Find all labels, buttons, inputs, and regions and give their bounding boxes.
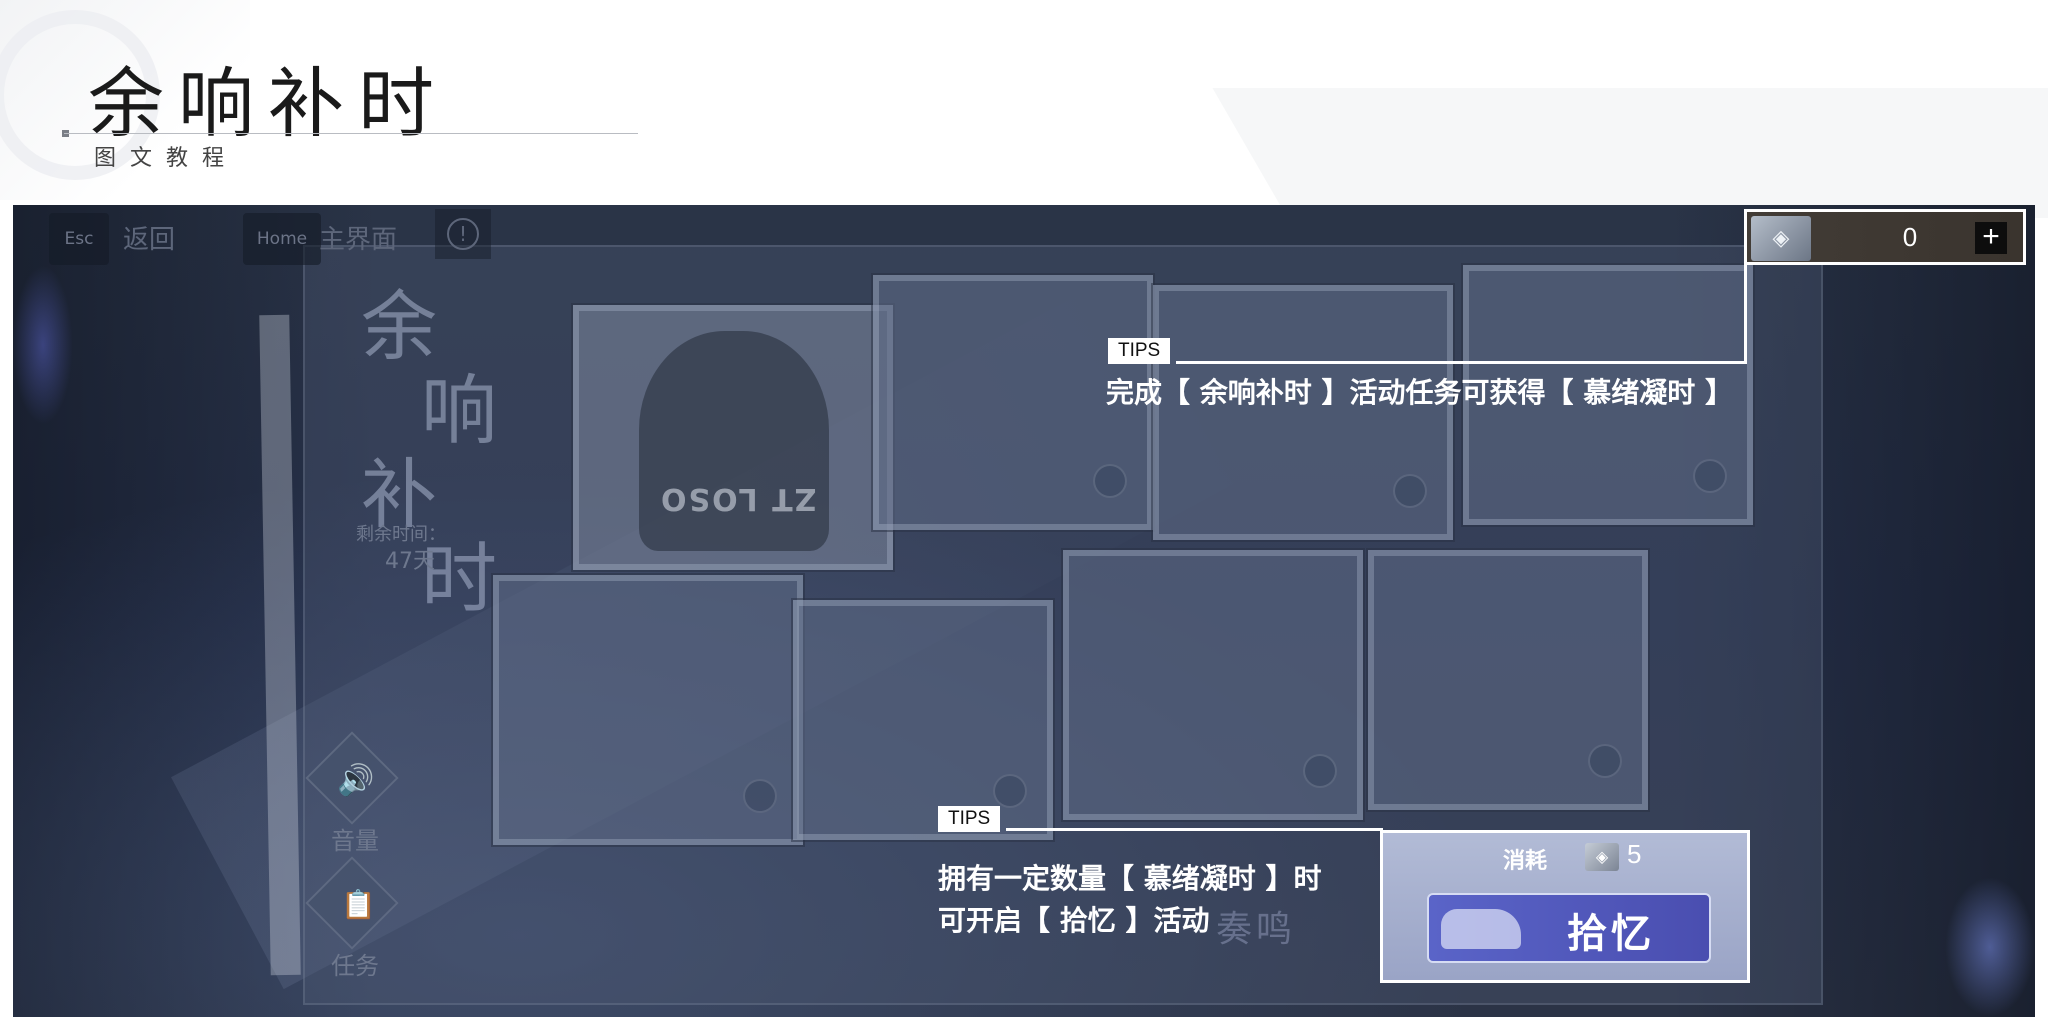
recall-cost-label: 消耗 xyxy=(1503,849,1548,874)
currency-bar: ◈ 0 + xyxy=(1744,209,2026,265)
event-logo-char: 余 xyxy=(361,282,437,371)
header-slant-decoration xyxy=(1212,88,2048,218)
memory-token-icon: ◈ xyxy=(1751,216,1811,261)
tips-tag: TIPS xyxy=(938,806,1001,832)
tutorial-page: 余响补时 图文教程 Esc 返回 Home 主界面 ! 余 响 补 时 剩余时间… xyxy=(0,0,2048,1024)
home-key-hint[interactable]: Home xyxy=(243,213,321,265)
card-lock-icon xyxy=(1693,459,1727,493)
tip-text: 拥有一定数量【 慕绪凝时 】时 xyxy=(938,862,1322,895)
tip-connector-line xyxy=(1176,361,1747,364)
recall-button[interactable]: 拾忆 xyxy=(1427,893,1711,963)
add-currency-button[interactable]: + xyxy=(1975,222,2007,254)
page-title: 余响补时 xyxy=(88,59,448,148)
card-lock-icon xyxy=(1303,754,1337,788)
back-button[interactable]: 返回 xyxy=(123,219,175,256)
clipboard-icon: 📋 xyxy=(341,888,376,921)
volume-button[interactable]: 🔊 音量 xyxy=(303,731,403,855)
recall-button-label: 拾忆 xyxy=(1567,911,1655,957)
memory-card[interactable] xyxy=(493,575,803,845)
memory-card-unlocked[interactable]: ZT LOSO xyxy=(573,305,893,570)
card-lock-icon xyxy=(1093,464,1127,498)
card-lock-icon xyxy=(1393,474,1427,508)
piano-icon xyxy=(1441,909,1521,949)
flower-decoration-right xyxy=(1945,877,2035,1017)
recall-cost-value: 5 xyxy=(1627,839,1642,869)
memory-token-icon: ◈ xyxy=(1585,843,1619,871)
currency-count: 0 xyxy=(1902,222,1918,252)
task-label: 任务 xyxy=(331,952,379,980)
tips-tag: TIPS xyxy=(1108,338,1171,364)
card-lock-icon xyxy=(1588,744,1622,778)
tip-connector-line xyxy=(1744,262,1747,364)
card-lock-icon xyxy=(993,774,1027,808)
memory-card[interactable] xyxy=(793,600,1053,840)
memory-card[interactable] xyxy=(1368,550,1648,810)
recall-panel: 消耗 ◈ 5 拾忆 xyxy=(1380,830,1750,983)
remaining-time-value: 47天 xyxy=(385,549,435,574)
memory-card[interactable] xyxy=(1063,550,1363,820)
event-logo-char: 响 xyxy=(421,366,497,455)
card-lock-icon xyxy=(743,779,777,813)
tip-connector-line xyxy=(1006,828,1383,831)
card-code-text: ZT LOSO xyxy=(659,481,817,516)
page-subtitle: 图文教程 xyxy=(94,146,239,171)
background-text: 奏鸣 xyxy=(1216,909,1297,950)
main-menu-button[interactable]: 主界面 xyxy=(319,219,397,256)
task-button[interactable]: 📋 任务 xyxy=(303,856,403,980)
flower-decoration-left xyxy=(13,265,73,425)
esc-key-hint[interactable]: Esc xyxy=(49,213,109,265)
volume-label: 音量 xyxy=(331,827,379,855)
speaker-icon: 🔊 xyxy=(337,763,375,798)
info-icon[interactable]: ! xyxy=(435,209,491,259)
title-divider xyxy=(64,133,638,134)
tip-text: 可开启【 拾忆 】活动 xyxy=(938,904,1210,937)
tip-text: 完成【 余响补时 】活动任务可获得【 慕绪凝时 】 xyxy=(1106,376,1733,409)
character-silhouette xyxy=(639,331,829,551)
